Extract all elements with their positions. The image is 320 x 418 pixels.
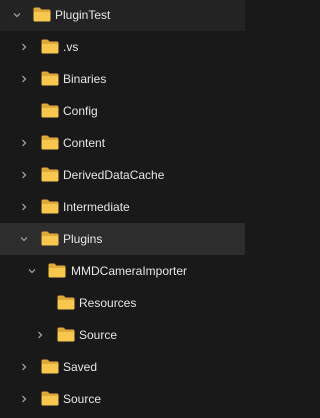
tree-item-label: Intermediate: [63, 200, 130, 214]
tree-item-label: .vs: [63, 40, 79, 54]
chevron-down-icon[interactable]: [10, 0, 24, 31]
folder-icon: [41, 39, 59, 54]
folder-tree: PluginTest .vs Binaries Config Content D…: [0, 0, 245, 418]
tree-item-label: Binaries: [63, 72, 107, 86]
folder-icon: [41, 199, 59, 214]
folder-icon: [41, 391, 59, 406]
tree-item-deriveddatacache[interactable]: DerivedDataCache: [0, 159, 245, 191]
tree-item-plugintest[interactable]: PluginTest: [0, 0, 245, 31]
chevron-right-icon[interactable]: [17, 127, 31, 159]
tree-item-saved[interactable]: Saved: [0, 351, 245, 383]
tree-item-label: Content: [63, 136, 106, 150]
tree-item-label: PluginTest: [55, 8, 111, 22]
chevron-right-icon[interactable]: [33, 319, 47, 351]
chevron-right-icon[interactable]: [17, 351, 31, 383]
chevron-right-icon[interactable]: [17, 63, 31, 95]
tree-item-plugins[interactable]: Plugins: [0, 223, 245, 255]
tree-item-resources[interactable]: Resources: [0, 287, 245, 319]
chevron-down-icon[interactable]: [25, 255, 39, 287]
tree-item-label: Source: [63, 392, 102, 406]
tree-item-label: Plugins: [63, 232, 103, 246]
tree-item-label: Resources: [79, 296, 137, 310]
tree-item-label: DerivedDataCache: [63, 168, 165, 182]
folder-icon: [48, 263, 66, 278]
chevron-right-icon[interactable]: [17, 31, 31, 63]
tree-item-intermediate[interactable]: Intermediate: [0, 191, 245, 223]
tree-item-source[interactable]: Source: [0, 383, 245, 415]
tree-item-plugin-source[interactable]: Source: [0, 319, 245, 351]
tree-item-binaries[interactable]: Binaries: [0, 63, 245, 95]
folder-icon: [33, 7, 51, 22]
folder-icon: [41, 167, 59, 182]
tree-item-vs[interactable]: .vs: [0, 31, 245, 63]
tree-item-mmdcameraimporter[interactable]: MMDCameraImporter: [0, 255, 245, 287]
tree-item-label: Source: [79, 328, 118, 342]
folder-icon: [57, 295, 75, 310]
folder-icon: [57, 327, 75, 342]
chevron-right-icon[interactable]: [17, 191, 31, 223]
tree-item-content[interactable]: Content: [0, 127, 245, 159]
tree-item-label: Saved: [63, 360, 98, 374]
folder-icon: [41, 71, 59, 86]
tree-item-label: Config: [63, 104, 98, 118]
folder-icon: [41, 231, 59, 246]
chevron-right-icon[interactable]: [17, 383, 31, 415]
folder-icon: [41, 135, 59, 150]
folder-icon: [41, 359, 59, 374]
chevron-down-icon[interactable]: [17, 223, 31, 255]
folder-icon: [41, 103, 59, 118]
chevron-right-icon[interactable]: [17, 159, 31, 191]
tree-item-label: MMDCameraImporter: [71, 264, 188, 278]
tree-item-config[interactable]: Config: [0, 95, 245, 127]
